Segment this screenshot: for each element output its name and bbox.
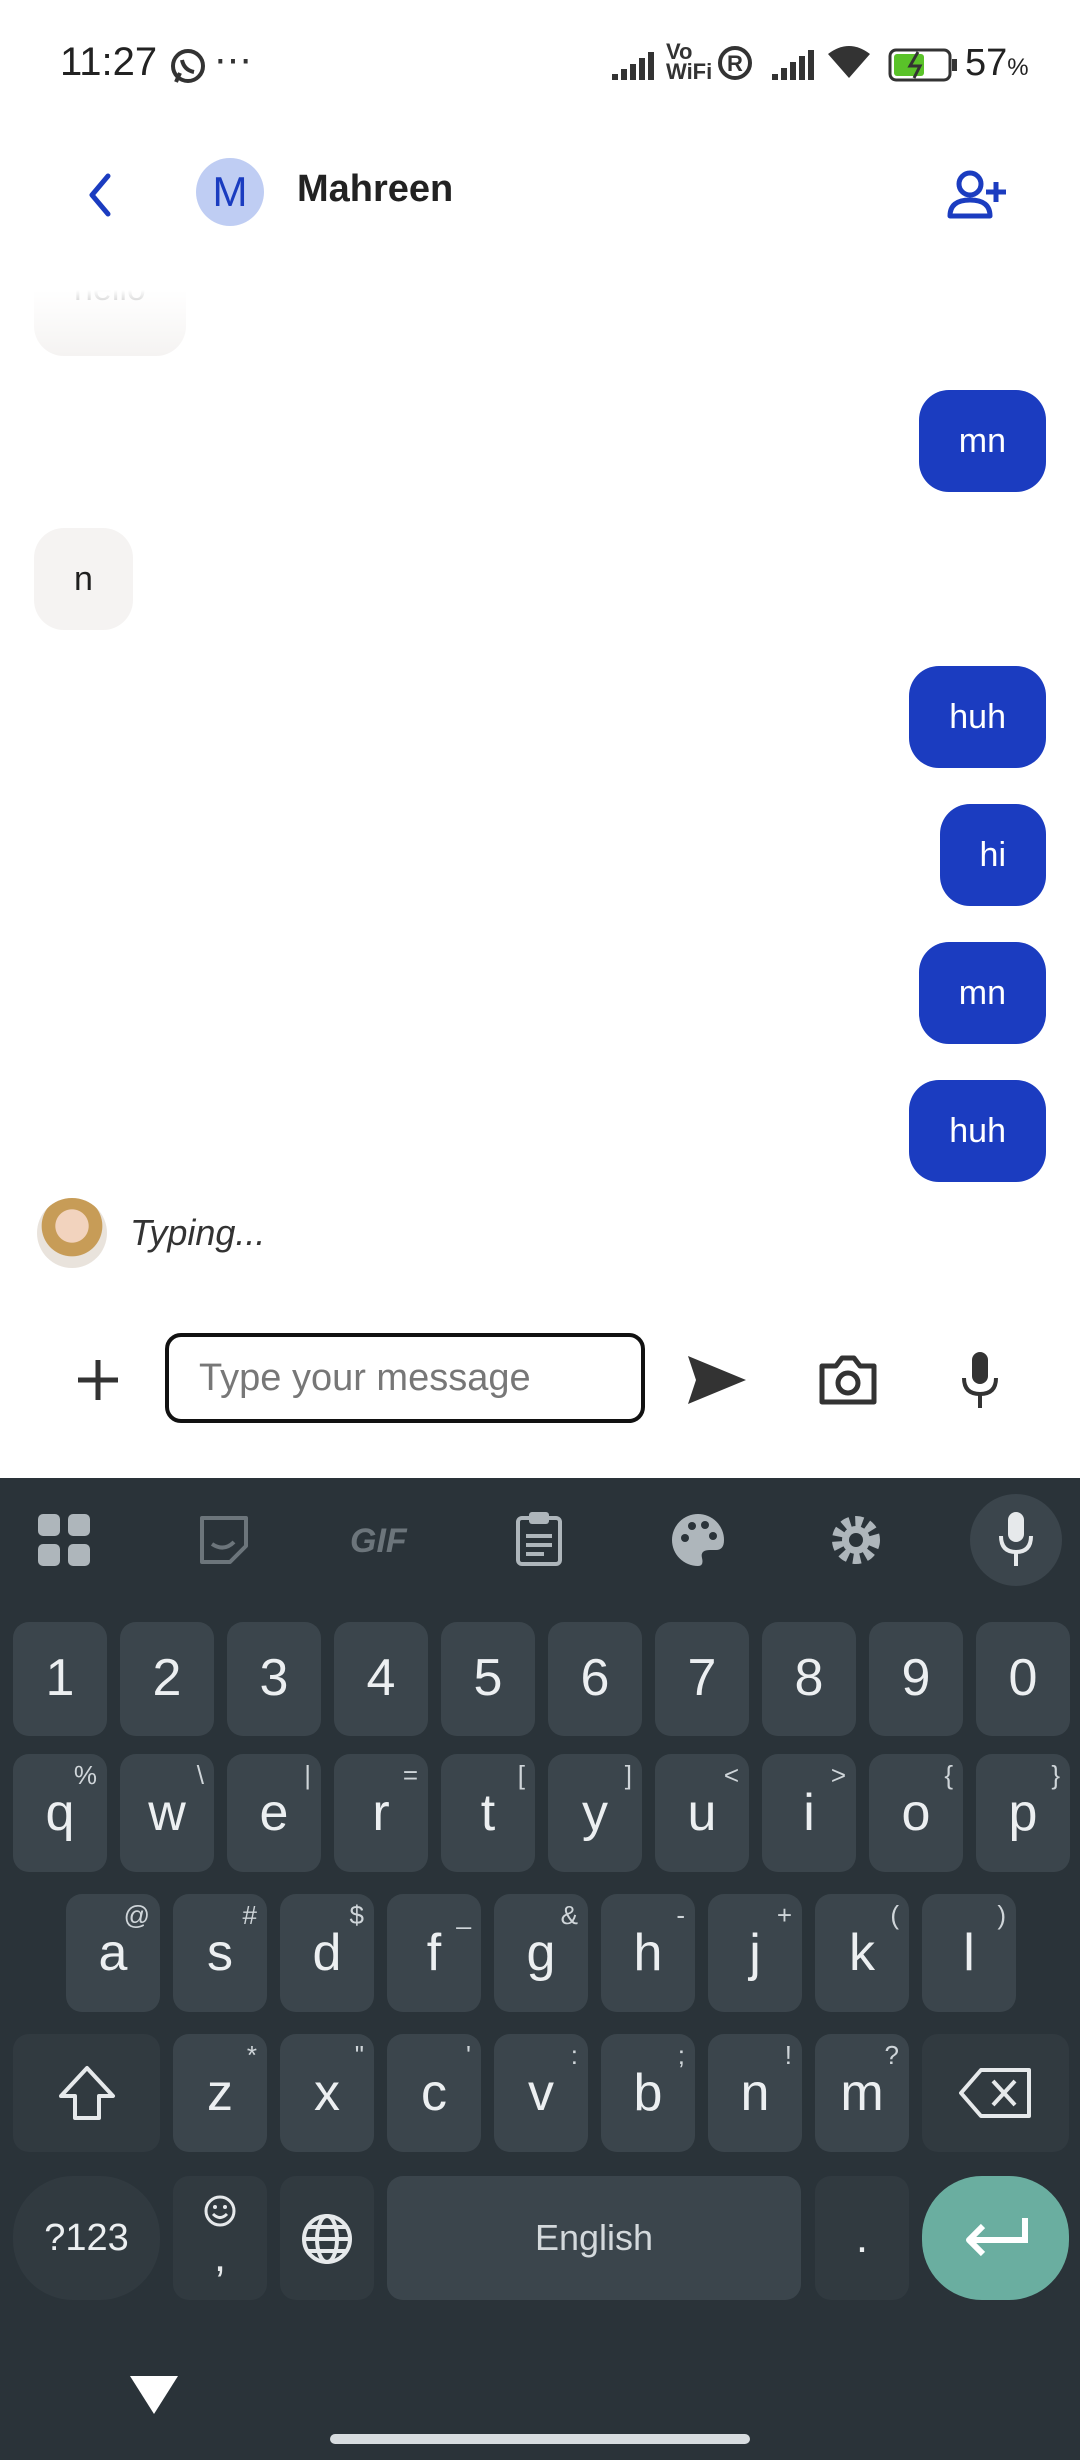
key-4[interactable]: 4 <box>334 1622 428 1736</box>
key-2[interactable]: 2 <box>120 1622 214 1736</box>
keyboard-microphone-icon <box>999 1512 1033 1566</box>
sticker-icon[interactable] <box>198 1514 250 1566</box>
key-h[interactable]: h- <box>601 1894 695 2012</box>
emoji-icon <box>204 2195 236 2227</box>
message-outgoing[interactable]: huh <box>909 1080 1046 1182</box>
message-outgoing[interactable]: mn <box>918 942 1046 1044</box>
message-outgoing[interactable]: huh <box>909 666 1046 768</box>
message-input[interactable]: Type your message <box>165 1333 645 1423</box>
gesture-navigation-handle[interactable] <box>330 2434 750 2444</box>
enter-key[interactable] <box>922 2176 1069 2300</box>
key-8[interactable]: 8 <box>762 1622 856 1736</box>
symbols-key[interactable]: ?123 <box>13 2176 160 2300</box>
key-0[interactable]: 0 <box>976 1622 1070 1736</box>
cell-signal-1-icon <box>612 52 654 80</box>
key-r[interactable]: r = <box>334 1754 428 1872</box>
message-list: hello mn n huh hi mn huh <box>0 290 1080 1290</box>
key-m[interactable]: m? <box>815 2034 909 2152</box>
battery-percentage: 57% <box>965 42 1029 84</box>
add-contact-icon[interactable] <box>946 168 1010 222</box>
backspace-key[interactable] <box>922 2034 1069 2152</box>
key-a[interactable]: a @ <box>66 1894 160 2012</box>
clipboard-icon[interactable] <box>514 1510 564 1568</box>
status-time: 11:27 <box>60 40 158 84</box>
key-7[interactable]: 7 <box>655 1622 749 1736</box>
emoji-comma-key[interactable]: , <box>173 2176 267 2300</box>
key-o[interactable]: o{ <box>869 1754 963 1872</box>
key-d[interactable]: d $ <box>280 1894 374 2012</box>
message-outgoing[interactable]: mn <box>918 390 1046 492</box>
attach-plus-icon[interactable] <box>74 1356 122 1404</box>
key-q[interactable]: q% <box>13 1754 107 1872</box>
wifi-icon <box>828 46 870 78</box>
send-icon[interactable] <box>686 1354 748 1406</box>
registered-icon: R <box>718 46 752 80</box>
typing-indicator: Typing... <box>130 1212 266 1253</box>
microphone-icon[interactable] <box>958 1350 1002 1410</box>
status-bar: 11:27 ⋯ Vo WiFi R 57% <box>0 0 1080 130</box>
key-c[interactable]: c ' <box>387 2034 481 2152</box>
key-5[interactable]: 5 <box>441 1622 535 1736</box>
key-k[interactable]: k( <box>815 1894 909 2012</box>
whatsapp-icon <box>171 49 205 83</box>
contact-avatar[interactable]: M <box>196 158 264 226</box>
scroll-fade <box>0 290 1080 356</box>
key-u[interactable]: u < <box>655 1754 749 1872</box>
key-n[interactable]: n! <box>708 2034 802 2152</box>
key-b[interactable]: b; <box>601 2034 695 2152</box>
language-key[interactable] <box>280 2176 374 2300</box>
chat-header <box>0 130 1080 260</box>
period-key[interactable]: . <box>815 2176 909 2300</box>
key-9[interactable]: 9 <box>869 1622 963 1736</box>
apps-grid-icon[interactable] <box>36 1512 92 1568</box>
key-v[interactable]: v: <box>494 2034 588 2152</box>
key-l[interactable]: l) <box>922 1894 1016 2012</box>
theme-palette-icon[interactable] <box>670 1512 726 1568</box>
message-outgoing[interactable]: hi <box>939 804 1046 906</box>
key-x[interactable]: x " <box>280 2034 374 2152</box>
key-p[interactable]: p} <box>976 1754 1070 1872</box>
message-incoming[interactable]: n <box>34 528 133 630</box>
gif-button[interactable]: GIF <box>350 1522 407 1561</box>
globe-icon <box>302 2214 352 2264</box>
key-j[interactable]: j + <box>708 1894 802 2012</box>
key-f[interactable]: f _ <box>387 1894 481 2012</box>
key-e[interactable]: e | <box>227 1754 321 1872</box>
space-key[interactable]: English <box>387 2176 801 2300</box>
typing-user-avatar <box>37 1198 107 1268</box>
backspace-icon <box>958 2068 1031 2118</box>
vowifi-icon: Vo WiFi <box>666 39 713 84</box>
hide-keyboard-icon[interactable] <box>128 2374 180 2416</box>
key-g[interactable]: g & <box>494 1894 588 2012</box>
key-y[interactable]: y] <box>548 1754 642 1872</box>
contact-name[interactable]: Mahreen <box>297 168 453 211</box>
key-t[interactable]: t[ <box>441 1754 535 1872</box>
key-z[interactable]: z * <box>173 2034 267 2152</box>
camera-icon[interactable] <box>818 1352 878 1406</box>
cell-signal-2-icon <box>772 50 814 80</box>
key-w[interactable]: w \ <box>120 1754 214 1872</box>
key-s[interactable]: s # <box>173 1894 267 2012</box>
enter-arrow-icon <box>965 2218 1028 2257</box>
shift-key[interactable] <box>13 2034 160 2152</box>
more-notifications-icon: ⋯ <box>214 40 252 82</box>
key-1[interactable]: 1 <box>13 1622 107 1736</box>
back-arrow-icon[interactable] <box>80 170 120 220</box>
key-6[interactable]: 6 <box>548 1622 642 1736</box>
key-i[interactable]: i > <box>762 1754 856 1872</box>
battery-icon <box>888 48 957 82</box>
shift-arrow-icon <box>58 2066 115 2120</box>
key-3[interactable]: 3 <box>227 1622 321 1736</box>
settings-gear-icon[interactable] <box>828 1512 884 1568</box>
